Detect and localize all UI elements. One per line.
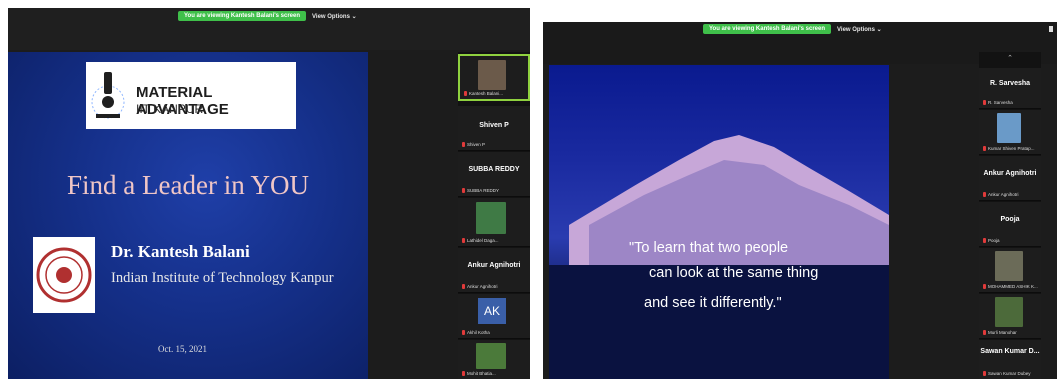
mic-muted-icon xyxy=(983,192,986,197)
participant-tile[interactable]: Ankur Agnihotri Ankur Agnihotri xyxy=(979,156,1041,201)
video-thumbnail xyxy=(476,202,506,234)
video-thumbnail xyxy=(995,251,1023,281)
top-bar: You are viewing Kantesh Balani's screen … xyxy=(8,8,530,50)
share-banner: You are viewing Kantesh Balani's screen … xyxy=(178,11,357,21)
logo-subtitle: IIT KANPUR xyxy=(136,102,204,116)
quote-line-2: can look at the same thing xyxy=(649,265,819,281)
participant-tag: Murli Manohar xyxy=(983,330,1017,335)
mic-muted-icon xyxy=(983,371,986,376)
mic-muted-icon xyxy=(983,146,986,151)
video-thumbnail xyxy=(997,113,1021,143)
mic-muted-icon xyxy=(462,142,465,147)
material-advantage-logo: MATERIAL ADVANTAGE IIT KANPUR xyxy=(86,62,296,129)
avatar: AK xyxy=(478,298,506,324)
video-thumbnail xyxy=(478,60,506,90)
mic-muted-icon xyxy=(462,330,465,335)
participant-tag: Akhil Kotha xyxy=(462,330,490,335)
share-banner: You are viewing Kantesh Balani's screen … xyxy=(703,24,882,34)
mic-muted-icon xyxy=(983,284,986,289)
quote-line-1: "To learn that two people xyxy=(629,240,789,256)
mountain-image xyxy=(549,135,889,379)
participant-tile[interactable]: Sawan Kumar D... Sawan Kumar Dubey xyxy=(979,340,1041,379)
slide-date: Oct. 15, 2021 xyxy=(158,344,207,354)
participant-gallery[interactable]: Kantesh Balani... Shiven P Shiven P SUBB… xyxy=(458,52,530,379)
quote-line-3: and see it differently." xyxy=(644,295,782,311)
institute-name: Indian Institute of Technology Kanpur xyxy=(111,270,334,286)
mic-muted-icon xyxy=(462,238,465,243)
participant-tile[interactable]: Shiven P Shiven P xyxy=(458,106,530,151)
participant-tag: SUBBA REDDY xyxy=(462,188,499,193)
participant-tag: Pooja xyxy=(983,238,1000,243)
mic-muted-icon xyxy=(983,100,986,105)
participant-tag: Kantesh Balani... xyxy=(464,91,503,96)
participant-tile[interactable]: Kantesh Balani... xyxy=(458,54,530,101)
presenter-name: Dr. Kantesh Balani xyxy=(111,242,250,261)
participant-tile[interactable]: MOHAMMED ASHIK K... xyxy=(979,248,1041,293)
microscope-icon xyxy=(91,72,125,119)
video-thumbnail xyxy=(995,297,1023,327)
participant-tag: Kumar Shiven Pratap... xyxy=(983,146,1035,151)
participant-tag: Mohit Bhatia... xyxy=(462,371,496,376)
participant-tile[interactable]: R. Sarvesha R. Sarvesha xyxy=(979,68,1041,109)
participant-tag: MOHAMMED ASHIK K... xyxy=(983,284,1038,289)
slide-title: Find a Leader in YOU xyxy=(67,170,309,200)
participant-tile[interactable]: Murli Manohar xyxy=(979,294,1041,339)
participant-name: Ankur Agnihotri xyxy=(467,262,521,269)
viewing-screen-pill: You are viewing Kantesh Balani's screen xyxy=(703,24,832,34)
participant-tag: Shiven P xyxy=(462,142,485,147)
participant-tile[interactable]: Pooja Pooja xyxy=(979,202,1041,247)
participant-tag: Ankur Agnihotri xyxy=(983,192,1019,197)
participant-tile[interactable]: Lathidel Daga... xyxy=(458,198,530,247)
shared-slide: "To learn that two people can look at th… xyxy=(549,65,889,379)
participant-tile[interactable]: AK Akhil Kotha xyxy=(458,294,530,339)
right-zoom-window: You are viewing Kantesh Balani's screen … xyxy=(543,22,1057,379)
participant-tile[interactable]: SUBBA REDDY SUBBA REDDY xyxy=(458,152,530,197)
mic-muted-icon xyxy=(464,91,467,96)
participant-gallery[interactable]: ⌃ R. Sarvesha R. Sarvesha Kumar Shiven P… xyxy=(979,52,1041,379)
mic-muted-icon xyxy=(983,238,986,243)
mic-muted-icon xyxy=(983,330,986,335)
participant-name: R. Sarvesha xyxy=(989,80,1031,87)
shared-slide: MATERIAL ADVANTAGE IIT KANPUR Find a Lea… xyxy=(8,52,368,379)
participant-name: Sawan Kumar D... xyxy=(980,348,1040,355)
mic-muted-icon xyxy=(462,371,465,376)
view-options-button[interactable]: View Options ⌄ xyxy=(837,26,882,33)
window-menu-icon[interactable] xyxy=(1049,26,1053,32)
left-zoom-window: You are viewing Kantesh Balani's screen … xyxy=(8,8,530,379)
video-thumbnail xyxy=(476,343,506,369)
participant-name: Ankur Agnihotri xyxy=(983,170,1037,177)
participant-name: Pooja xyxy=(1000,216,1020,223)
view-options-button[interactable]: View Options ⌄ xyxy=(312,13,357,20)
participant-tile[interactable]: Kumar Shiven Pratap... xyxy=(979,110,1041,155)
participant-name: Shiven P xyxy=(479,122,509,129)
viewing-screen-pill: You are viewing Kantesh Balani's screen xyxy=(178,11,307,21)
iit-kanpur-seal xyxy=(33,237,95,313)
participant-tag: Ankur Agnihotri xyxy=(462,284,498,289)
participant-tag: R. Sarvesha xyxy=(983,100,1013,105)
scroll-up-icon[interactable]: ⌃ xyxy=(1003,54,1017,62)
participant-name: SUBBA REDDY xyxy=(468,166,520,173)
participant-tile[interactable]: Ankur Agnihotri Ankur Agnihotri xyxy=(458,248,530,293)
participant-tag: Lathidel Daga... xyxy=(462,238,499,243)
participant-tile[interactable]: Mohit Bhatia... xyxy=(458,340,530,379)
mic-muted-icon xyxy=(462,284,465,289)
participant-tag: Sawan Kumar Dubey xyxy=(983,371,1031,376)
mic-muted-icon xyxy=(462,188,465,193)
